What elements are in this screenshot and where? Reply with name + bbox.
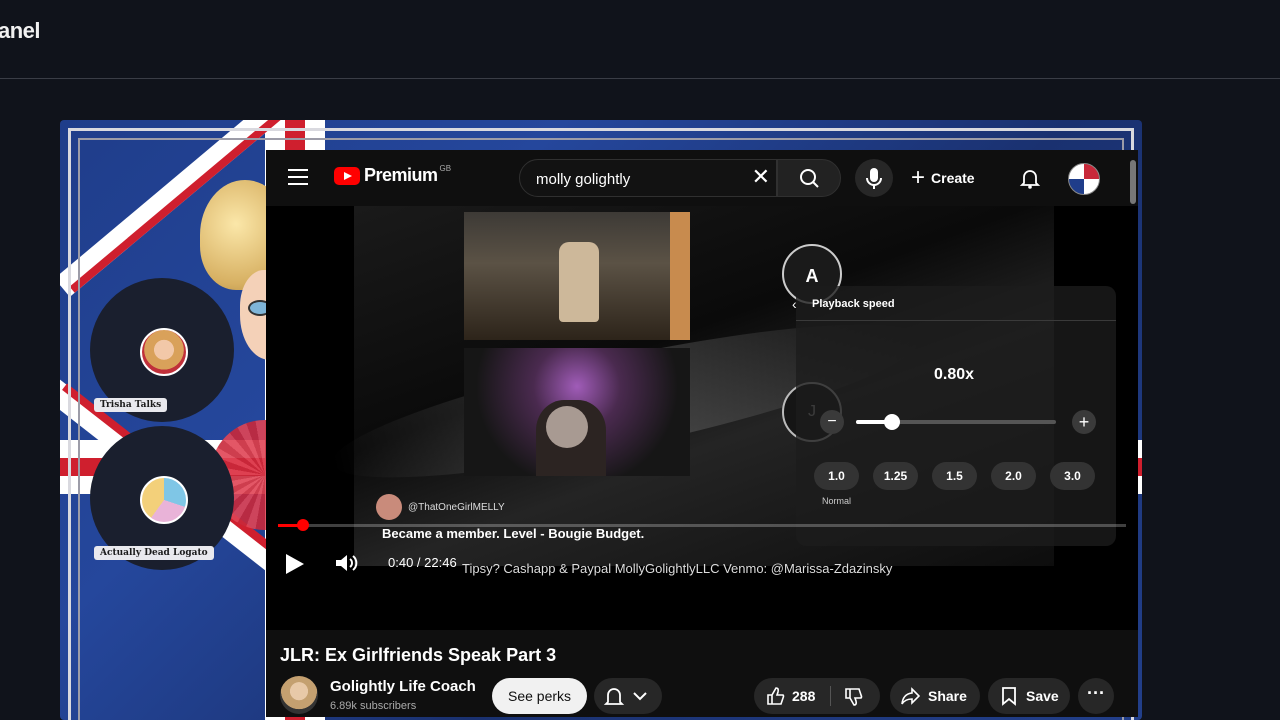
speed-chip[interactable]: 3.0: [1050, 462, 1095, 490]
chat-username: @ThatOneGirlMELLY: [408, 501, 505, 513]
participant-bubble[interactable]: Actually Dead Logato: [90, 426, 234, 570]
more-options-button[interactable]: ···: [1078, 678, 1114, 714]
back-icon[interactable]: ‹: [792, 296, 797, 312]
youtube-play-icon: [334, 166, 360, 185]
channel-avatar[interactable]: [280, 676, 318, 714]
youtube-window: Premium GB ✕ +: [266, 150, 1138, 717]
youtube-header: Premium GB ✕ +: [266, 150, 1138, 206]
save-label: Save: [1026, 688, 1059, 704]
see-perks-button[interactable]: See perks: [492, 678, 588, 714]
speed-decrease-button[interactable]: −: [820, 410, 844, 434]
speed-chip[interactable]: 1.25: [873, 462, 918, 490]
share-button[interactable]: Share: [890, 678, 980, 714]
scrubber-handle[interactable]: [297, 519, 310, 531]
channel-name[interactable]: Golightly Life Coach: [330, 678, 476, 695]
time-display: 0:40 / 22:46: [388, 555, 457, 570]
speed-chip[interactable]: 1.5: [932, 462, 977, 490]
bookmark-icon: [1002, 687, 1016, 706]
mic-button[interactable]: [855, 159, 893, 197]
bell-icon: [603, 688, 647, 705]
gaming-chair: [559, 242, 599, 322]
menu-header: Playback speed: [812, 298, 895, 310]
app-top-bar: anel: [0, 0, 1280, 79]
search-button[interactable]: [777, 159, 841, 197]
speed-slider[interactable]: [856, 414, 1056, 430]
speed-chip[interactable]: 2.0: [991, 462, 1036, 490]
youtube-logo[interactable]: Premium GB: [334, 164, 452, 186]
share-label: Share: [928, 688, 967, 704]
progress-bar[interactable]: [278, 519, 1126, 531]
speed-increase-button[interactable]: +: [1072, 410, 1096, 434]
chat-message: Became a member. Level - Bougie Budget.: [382, 526, 645, 541]
avatar: [140, 328, 188, 376]
banner-text: Tipsy? Cashapp & Paypal MollyGolightlyLL…: [462, 561, 893, 576]
search-input[interactable]: [534, 168, 738, 190]
menu-icon[interactable]: [288, 169, 308, 185]
video-title: JLR: Ex Girlfriends Speak Part 3: [280, 645, 557, 665]
stream-canvas: Trisha Talks Actually Dead Logato Premiu…: [60, 120, 1142, 720]
thumbs-down-icon[interactable]: [844, 687, 864, 707]
participant-name: Actually Dead Logato: [94, 546, 214, 560]
subscriber-count: 6.89k subscribers: [330, 700, 417, 712]
like-count: 288: [792, 688, 816, 704]
play-button[interactable]: [286, 554, 304, 574]
volume-icon[interactable]: [332, 550, 358, 576]
participant-name: Trisha Talks: [94, 398, 168, 412]
search-icon: [800, 169, 819, 188]
mic-icon: [866, 168, 882, 189]
avatar: [140, 476, 188, 524]
camera-feed-person: [464, 348, 690, 476]
avatar: [376, 494, 402, 520]
logo-text: Premium: [364, 165, 438, 185]
person-head: [546, 406, 588, 448]
create-button[interactable]: + Create: [911, 159, 975, 197]
video-player[interactable]: A J ‹ Playback speed 0.80x − + 1.0 1.25 …: [266, 206, 1138, 630]
notifications-button[interactable]: [594, 678, 662, 714]
avatar[interactable]: [1068, 163, 1100, 195]
divider: [796, 320, 1116, 321]
divider: [830, 686, 831, 706]
search-box[interactable]: ✕: [519, 159, 777, 197]
scrollbar[interactable]: [1130, 160, 1136, 204]
share-icon: [901, 687, 920, 705]
create-label: Create: [931, 170, 975, 186]
bell-icon[interactable]: [1018, 166, 1042, 190]
save-button[interactable]: Save: [988, 678, 1070, 714]
playback-speed-menu: ‹ Playback speed 0.80x − + 1.0 1.25 1.5 …: [792, 286, 1116, 546]
speed-value: 0.80x: [934, 366, 975, 383]
plus-icon: +: [911, 164, 926, 191]
like-dislike-group: 288: [754, 678, 880, 714]
page-title: anel: [0, 18, 41, 43]
slider-knob[interactable]: [884, 414, 900, 430]
chat-user: @ThatOneGirlMELLY: [376, 494, 505, 520]
clear-icon[interactable]: ✕: [752, 164, 770, 190]
video-metadata: JLR: Ex Girlfriends Speak Part 3 Golight…: [266, 630, 1138, 717]
curtain: [670, 212, 690, 340]
speed-chip[interactable]: 1.0: [814, 462, 859, 490]
thumbs-up-icon[interactable]: [766, 686, 786, 706]
region-code: GB: [439, 164, 452, 173]
camera-feed-room: [464, 212, 690, 340]
normal-label: Normal: [822, 496, 852, 506]
participant-bubble[interactable]: Trisha Talks: [90, 278, 234, 422]
